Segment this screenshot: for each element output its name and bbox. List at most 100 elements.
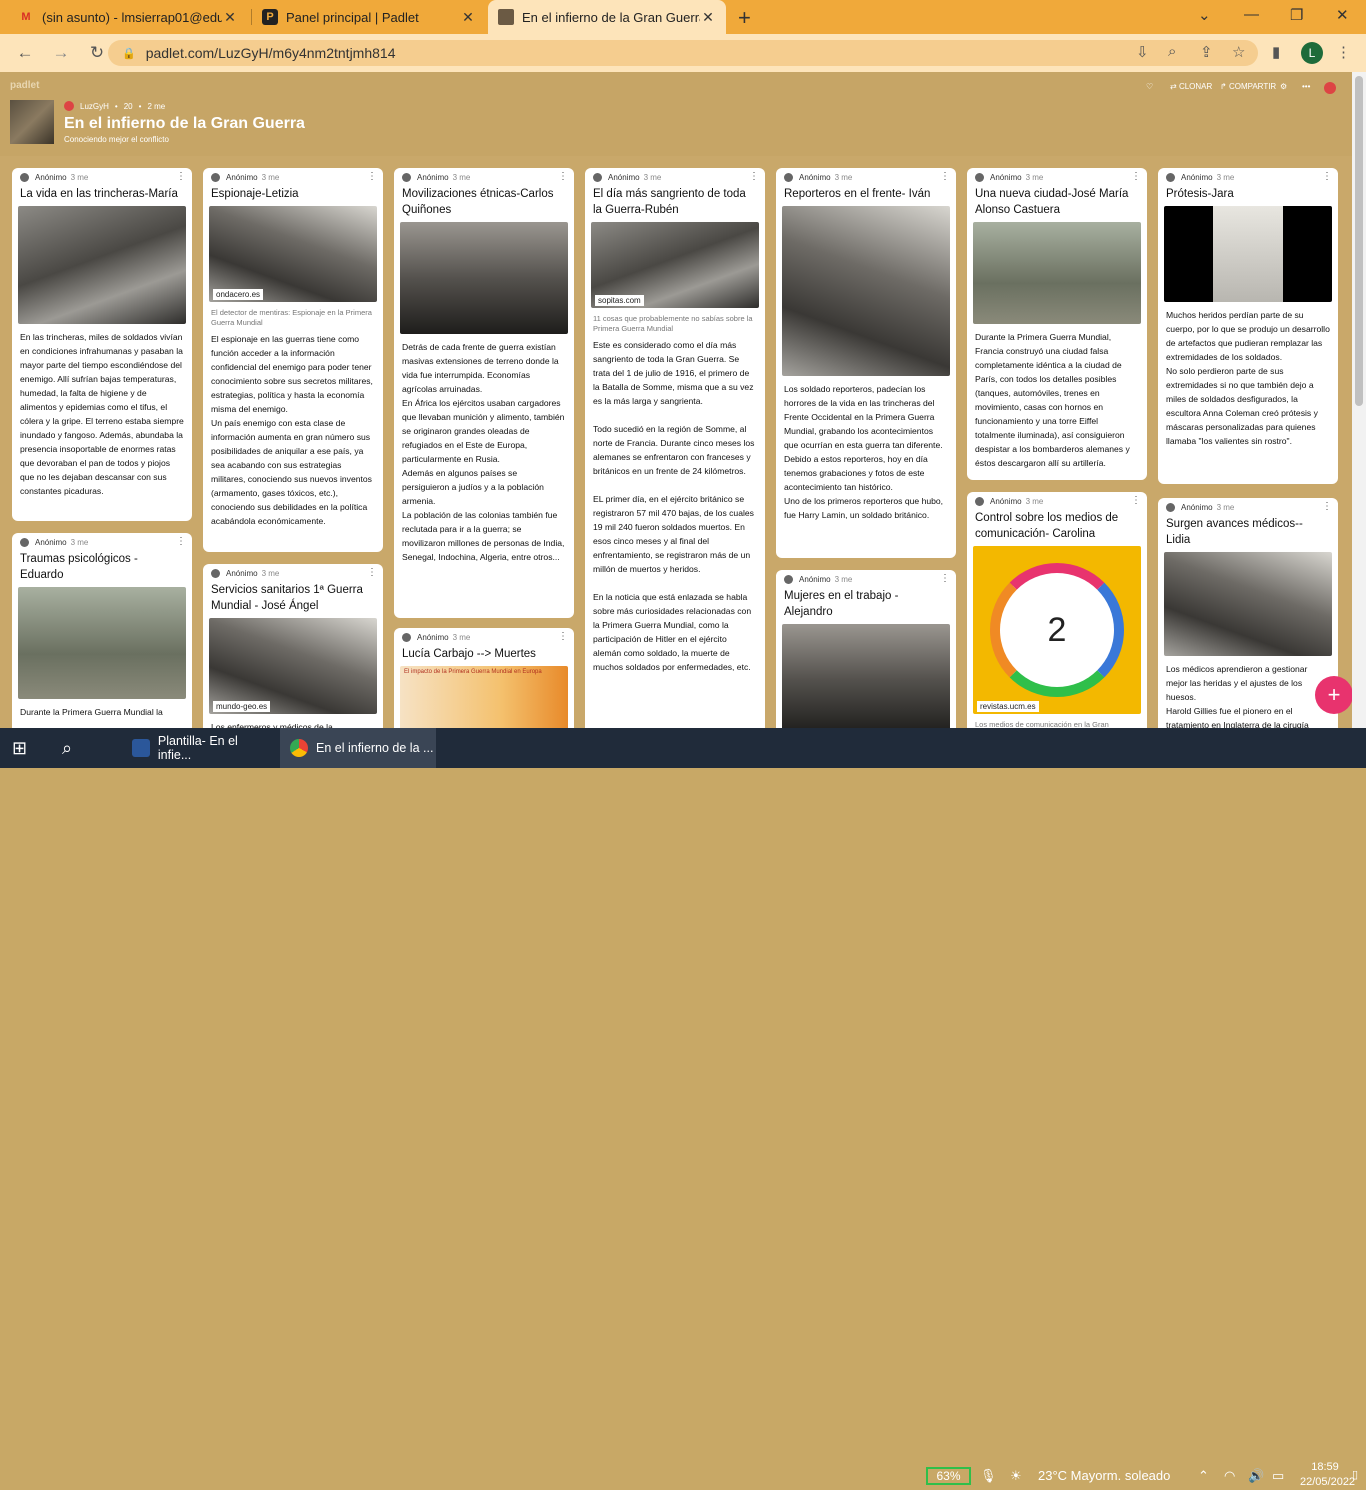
tank-photo[interactable] <box>973 222 1141 324</box>
link-caption[interactable]: 11 cosas que probablemente no sabías sob… <box>585 308 765 334</box>
wifi-icon[interactable]: ◠ <box>1224 1468 1235 1484</box>
post-header: Anónimo 3 me ⋮ <box>967 492 1147 510</box>
post-menu-icon[interactable]: ⋮ <box>1131 495 1141 506</box>
post-card[interactable]: Anónimo 3 me ⋮ Prótesis-Jara Muchos herido… <box>1158 168 1338 484</box>
source-label: sopitas.com <box>595 295 644 306</box>
post-card[interactable]: Anónimo 3 me ⋮ Movilizaciones étnicas-Carl… <box>394 168 574 618</box>
more-options-icon[interactable]: ••• <box>1302 82 1310 91</box>
zoom-icon[interactable]: ⌕ <box>1168 43 1176 60</box>
link-caption[interactable]: Los medios de comunicación en la Gran <box>967 714 1147 728</box>
post-menu-icon[interactable]: ⋮ <box>176 536 186 547</box>
post-body: Durante la Primera Guerra Mundial, Franc… <box>975 332 1130 468</box>
system-clock[interactable]: 18:59 22/05/2022 <box>1300 1460 1355 1490</box>
browser-menu-icon[interactable]: ⋮ <box>1336 43 1351 61</box>
post-card[interactable]: Anónimo 3 me ⋮ El día más sangriento de to… <box>585 168 765 728</box>
search-icon[interactable]: ⌕ <box>62 728 72 768</box>
padlet-header: padlet LuzGyH • 20 • 2 me En el infierno… <box>0 72 1352 156</box>
post-menu-icon[interactable]: ⋮ <box>1322 171 1332 182</box>
soldiers-photo[interactable] <box>18 587 186 699</box>
chevron-up-icon[interactable]: ⌃ <box>1198 1468 1209 1484</box>
tab-search-icon[interactable]: ⌄ <box>1198 6 1211 24</box>
taskbar-chrome[interactable]: En el infierno de la ... <box>280 728 436 768</box>
notification-icon[interactable]: ▯ <box>1352 1468 1358 1481</box>
weather-text[interactable]: 23°C Mayorm. soleado <box>1038 1468 1170 1483</box>
map-infographic[interactable]: El impacto de la Primera Guerra Mundial … <box>400 666 568 728</box>
forward-icon[interactable]: → <box>50 43 72 63</box>
battery-indicator[interactable]: 63% <box>926 1467 971 1485</box>
tab-padlet-board[interactable]: En el infierno de la Gran Guerra ✕ <box>488 0 726 34</box>
source-label: ondacero.es <box>213 289 264 300</box>
post-card[interactable]: Anónimo 3 me ⋮ Lucía Carbajo --> Muertes E… <box>394 628 574 728</box>
post-menu-icon[interactable]: ⋮ <box>176 171 186 182</box>
share-icon[interactable]: ⇪ <box>1200 43 1213 61</box>
post-card[interactable]: Anónimo 3 me ⋮ Espionaje-Letizia ondacero.… <box>203 168 383 552</box>
new-tab-button[interactable]: + <box>738 5 751 31</box>
taskbar-word[interactable]: Plantilla- En el infie... <box>124 728 274 768</box>
padlet-icon: P <box>262 9 278 25</box>
tab-gmail[interactable]: M (sin asunto) - lmsierrap01@educ ✕ <box>8 0 248 34</box>
clone-button[interactable]: ⇄ CLONAR <box>1170 82 1212 91</box>
install-app-icon[interactable]: ⇩ <box>1136 43 1149 61</box>
close-tab-icon[interactable]: ✕ <box>700 9 716 26</box>
page-scrollbar[interactable] <box>1352 72 1366 728</box>
post-title: El día más sangriento de toda la Guerra-… <box>593 188 746 216</box>
post-menu-icon[interactable]: ⋮ <box>1131 171 1141 182</box>
post-body: Muchos heridos perdían parte de su cuerp… <box>1166 310 1330 446</box>
post-menu-icon[interactable]: ⋮ <box>749 171 759 182</box>
user-avatar[interactable] <box>1324 82 1336 94</box>
link-preview-image[interactable]: sopitas.com <box>591 222 759 308</box>
women-workers-photo[interactable] <box>782 624 950 728</box>
weather-icon[interactable]: ☀ <box>1010 1468 1022 1484</box>
source-label: revistas.ucm.es <box>977 701 1039 712</box>
prosthesis-photo[interactable] <box>1164 206 1332 302</box>
post-card[interactable]: Anónimo 3 me ⋮ Una nueva ciudad-José María… <box>967 168 1147 480</box>
post-card[interactable]: Anónimo 3 me ⋮ Traumas psicológicos - Edua… <box>12 533 192 728</box>
anonymous-avatar <box>1166 172 1175 182</box>
post-menu-icon[interactable]: ⋮ <box>1322 501 1332 512</box>
post-menu-icon[interactable]: ⋮ <box>558 631 568 642</box>
post-card[interactable]: Anónimo 3 me ⋮ Reporteros en el frente- Iv… <box>776 168 956 558</box>
link-preview-image[interactable]: 2 revistas.ucm.es <box>973 546 1141 714</box>
post-card[interactable]: Anónimo 3 me ⋮ Servicios sanitarios 1ª Gue… <box>203 564 383 728</box>
trench-photo[interactable] <box>18 206 186 324</box>
post-menu-icon[interactable]: ⋮ <box>940 171 950 182</box>
battery-icon[interactable]: ▭ <box>1272 1468 1284 1484</box>
volume-icon[interactable]: 🔊 <box>1248 1468 1264 1484</box>
link-preview-image[interactable]: ondacero.es <box>209 206 377 302</box>
post-title: Control sobre los medios de comunicación… <box>975 512 1119 540</box>
medical-photo[interactable] <box>1164 552 1332 656</box>
side-panel-icon[interactable]: ▮ <box>1272 43 1280 61</box>
profile-avatar[interactable]: L <box>1301 42 1323 64</box>
windows-start-icon[interactable]: ⊞ <box>12 728 27 768</box>
heart-icon[interactable]: ♡ <box>1146 82 1153 91</box>
back-icon[interactable]: ← <box>14 43 36 63</box>
restore-button[interactable]: ❐ <box>1290 6 1303 24</box>
close-window-button[interactable]: ✕ <box>1336 6 1349 24</box>
mic-icon[interactable]: 🎙 <box>980 1468 997 1484</box>
reload-icon[interactable]: ↻ <box>86 43 108 63</box>
crowd-photo[interactable] <box>400 222 568 334</box>
minimize-button[interactable]: — <box>1244 6 1259 23</box>
post-card[interactable]: Anónimo 3 me ⋮ Mujeres en el trabajo - Ale… <box>776 570 956 728</box>
settings-gear-icon[interactable]: ⚙ <box>1280 82 1287 91</box>
link-caption[interactable]: El detector de mentiras: Espionaje en la… <box>203 302 383 328</box>
post-menu-icon[interactable]: ⋮ <box>367 567 377 578</box>
close-tab-icon[interactable]: ✕ <box>460 9 476 26</box>
close-tab-icon[interactable]: ✕ <box>222 9 238 26</box>
tab-bar: M (sin asunto) - lmsierrap01@educ ✕ P Pa… <box>0 0 1366 34</box>
post-menu-icon[interactable]: ⋮ <box>367 171 377 182</box>
add-post-button[interactable]: + <box>1315 676 1353 714</box>
scrollbar-thumb[interactable] <box>1355 76 1363 406</box>
share-button[interactable]: ↱ COMPARTIR <box>1220 82 1276 91</box>
address-bar[interactable]: 🔒 padlet.com/LuzGyH/m6y4nm2tntjmh814 <box>108 40 1258 66</box>
post-card[interactable]: Anónimo 3 me ⋮ La vida en las trincheras-M… <box>12 168 192 521</box>
link-preview-image[interactable]: mundo-geo.es <box>209 618 377 714</box>
padlet-logo[interactable]: padlet <box>10 80 39 91</box>
reporter-photo[interactable] <box>782 206 950 376</box>
post-menu-icon[interactable]: ⋮ <box>558 171 568 182</box>
bookmark-star-icon[interactable]: ☆ <box>1232 43 1245 61</box>
post-card[interactable]: Anónimo 3 me ⋮ Surgen avances médicos-- Li… <box>1158 498 1338 728</box>
tab-padlet-dashboard[interactable]: P Panel principal | Padlet ✕ <box>252 0 486 34</box>
post-card[interactable]: Anónimo 3 me ⋮ Control sobre los medios de… <box>967 492 1147 728</box>
post-menu-icon[interactable]: ⋮ <box>940 573 950 584</box>
